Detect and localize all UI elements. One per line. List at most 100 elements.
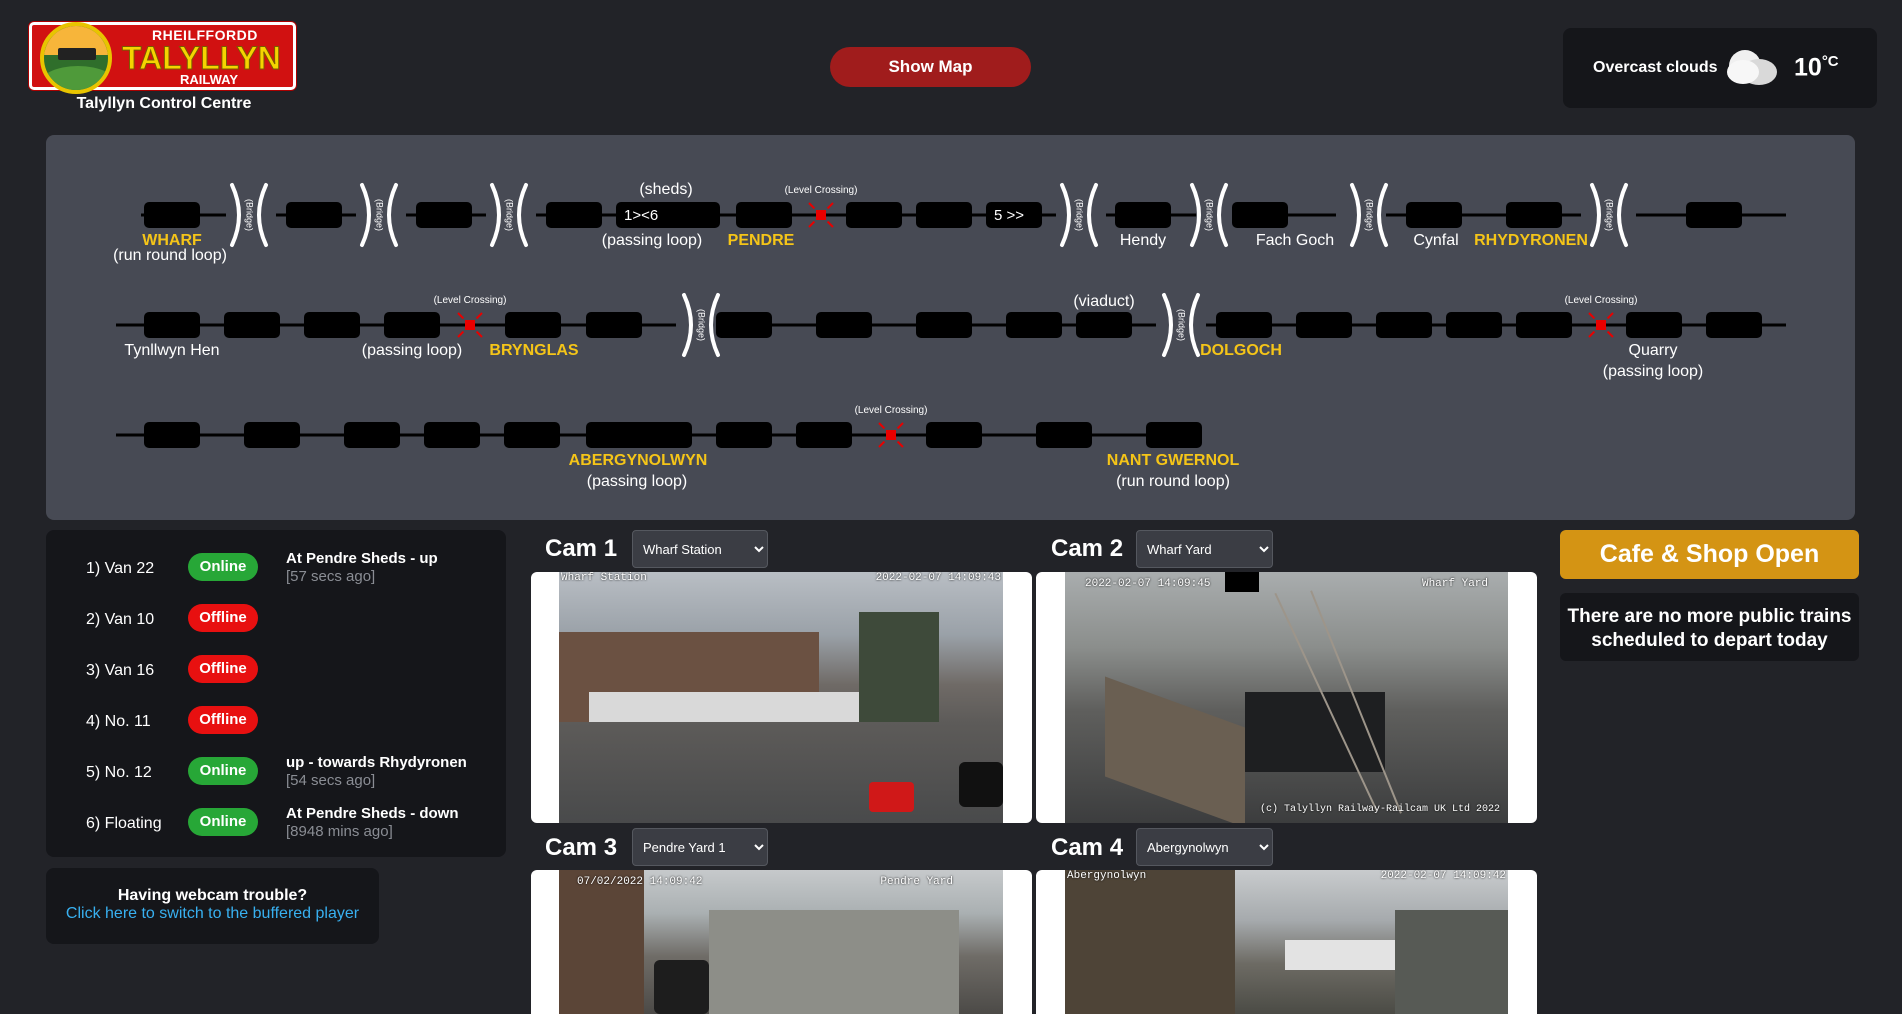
track-block [926, 422, 982, 448]
station-quarry[interactable]: Quarry [1629, 342, 1678, 360]
station-pendre[interactable]: PENDRE [728, 232, 795, 250]
track-block [1296, 312, 1352, 338]
bridge-bracket [1060, 183, 1071, 247]
level-crossing-ray [826, 220, 834, 228]
cam-2-stamp-bottom: (c) Talyllyn Railway-Railcam UK Ltd 2022 [1259, 804, 1500, 815]
temperature-unit: °C [1821, 53, 1839, 70]
vehicle-name: 3) Van 16 [86, 662, 155, 679]
track-block [505, 312, 561, 338]
railway-map: (Bridge) (Bridge) (Bridge) (Bridge) (Bridge)… [46, 135, 1855, 520]
track-block [1216, 312, 1272, 338]
track-block [716, 422, 772, 448]
cam-2-frame[interactable]: 2022-02-07 14:09:45 Wharf Yard (c) Talyl… [1036, 572, 1537, 823]
level-crossing-ray [878, 422, 886, 430]
bridge-bracket [1087, 183, 1098, 247]
track-block [1076, 312, 1132, 338]
station-abergynolwyn[interactable]: ABERGYNOLWYN [569, 452, 708, 470]
cam-1-image: Wharf Station 2022-02-07 14:09:43 [559, 572, 1003, 823]
bridge-bracket [682, 293, 693, 357]
cam-4-stamp-left: Abergynolwyn [1067, 870, 1147, 882]
cam-4-select[interactable]: Abergynolwyn [1136, 828, 1273, 866]
bridge-bracket [360, 183, 371, 247]
track-block [1516, 312, 1572, 338]
vehicle-location: At Pendre Sheds - down [286, 805, 459, 822]
station-nant-gwernol[interactable]: NANT GWERNOL [1107, 452, 1239, 470]
status-row: 6) Floating Online At Pendre Sheds - dow… [46, 805, 506, 855]
cam-1-select[interactable]: Wharf Station [632, 530, 768, 568]
track-block [916, 202, 972, 228]
pendre-passing-loop: (passing loop) [601, 232, 703, 249]
level-crossing-icon [1596, 320, 1606, 330]
page-title: Talyllyn Control Centre [76, 95, 252, 112]
bridge-label: (Bridge) [505, 199, 515, 231]
track-block [796, 422, 852, 448]
station-rhydyronen[interactable]: RHYDYRONEN [1474, 232, 1588, 250]
track-block [286, 202, 342, 228]
bridge-bracket [517, 183, 528, 247]
abergynolwyn-sub: (passing loop) [586, 473, 688, 490]
status-row: 3) Van 16 Offline [46, 652, 506, 702]
vehicle-location: up - towards Rhydyronen [286, 754, 467, 771]
cloud-icon [1727, 50, 1777, 85]
track-diagram: (Bridge) (Bridge) (Bridge) (Bridge) (Bridge)… [116, 183, 1786, 448]
level-crossing-ray [457, 312, 465, 320]
cam-3-image: 07/02/2022 14:09:42 Pendre Yard [559, 870, 1003, 1014]
level-crossing-ray [1606, 330, 1614, 338]
track-block [736, 202, 792, 228]
bridge-label: (Bridge) [1605, 199, 1615, 231]
station-brynglas[interactable]: BRYNGLAS [489, 342, 578, 360]
cam-3-frame[interactable]: 07/02/2022 14:09:42 Pendre Yard [531, 870, 1032, 1014]
cam-1-frame[interactable]: Wharf Station 2022-02-07 14:09:43 [531, 572, 1032, 823]
track-block [1036, 422, 1092, 448]
track-block [1686, 202, 1742, 228]
level-crossing-ray [878, 440, 886, 448]
weather-description: Overcast clouds [1593, 59, 1718, 76]
track-block [586, 422, 692, 448]
bridge-bracket [1217, 183, 1228, 247]
vehicle-status-panel: 1) Van 22 Online At Pendre Sheds - up [5… [46, 530, 506, 857]
cam-2-select[interactable]: Wharf Yard [1136, 530, 1273, 568]
track-block [1406, 202, 1462, 228]
bridge-label: (Bridge) [1365, 199, 1375, 231]
vehicle-last-seen: [57 secs ago] [286, 568, 376, 585]
station-fach-goch[interactable]: Fach Goch [1256, 232, 1334, 250]
level-crossing-ray [475, 312, 483, 320]
railway-logo[interactable]: RHEILFFORDD TALYLLYN RAILWAY [29, 22, 296, 94]
cam-3-select[interactable]: Pendre Yard 1 [632, 828, 768, 866]
track-block [1376, 312, 1432, 338]
cam-2-stamp-right: Wharf Yard [1421, 578, 1488, 590]
cafe-shop-status[interactable]: Cafe & Shop Open [1560, 530, 1859, 579]
level-crossing-label: (Level Crossing) [855, 405, 928, 416]
status-row: 2) Van 10 Offline [46, 601, 506, 651]
cam-4-frame[interactable]: Abergynolwyn 2022-02-07 14:09:42 [1036, 870, 1537, 1014]
level-crossing-ray [826, 202, 834, 210]
segment-label: 5 >> [994, 207, 1024, 224]
station-tynllwyn-hen[interactable]: Tynllwyn Hen [124, 342, 219, 360]
track-block [304, 312, 360, 338]
bridge-bracket [1377, 183, 1388, 247]
temperature: 10°C [1794, 53, 1839, 82]
station-hendy[interactable]: Hendy [1120, 232, 1166, 250]
temperature-value: 10 [1794, 53, 1822, 82]
track-block [716, 312, 772, 338]
bridge-bracket [1189, 293, 1200, 357]
cam-3-stamp-right: Pendre Yard [880, 876, 953, 888]
cam-4-image: Abergynolwyn 2022-02-07 14:09:42 [1065, 870, 1508, 1014]
status-badge: Offline [188, 604, 258, 632]
cam-3-stamp-left: 07/02/2022 14:09:42 [577, 876, 703, 888]
level-crossing-ray [1588, 312, 1596, 320]
segment-label: 1><6 [624, 207, 658, 224]
bridge-bracket [230, 183, 241, 247]
level-crossing-ray [896, 422, 904, 430]
vehicle-last-seen: [54 secs ago] [286, 772, 376, 789]
vehicle-name: 2) Van 10 [86, 611, 155, 628]
buffered-player-link[interactable]: Click here to switch to the buffered pla… [46, 905, 379, 923]
level-crossing-ray [1606, 312, 1614, 320]
status-badge: Online [188, 757, 258, 785]
status-badge: Offline [188, 655, 258, 683]
station-dolgoch[interactable]: DOLGOCH [1200, 342, 1282, 360]
vehicle-location: At Pendre Sheds - up [286, 550, 438, 567]
show-map-button[interactable]: Show Map [830, 47, 1031, 87]
station-cynfal[interactable]: Cynfal [1413, 232, 1458, 250]
bridge-label: (Bridge) [697, 309, 707, 341]
